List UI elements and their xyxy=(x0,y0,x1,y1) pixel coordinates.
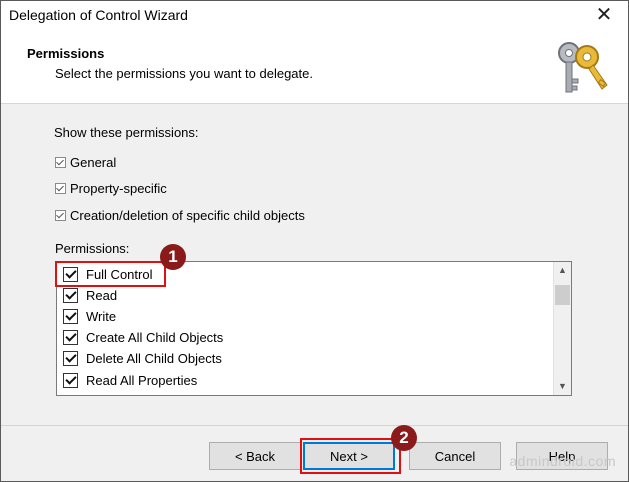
list-item-read[interactable]: Read xyxy=(63,285,117,305)
wizard-window: Delegation of Control Wizard ✕ Permissio… xyxy=(0,0,629,482)
list-item-create-child[interactable]: Create All Child Objects xyxy=(63,327,223,347)
general-label: General xyxy=(70,154,117,170)
full-control-highlight xyxy=(55,261,166,287)
step-2-badge: 2 xyxy=(391,425,417,451)
scroll-up-icon[interactable]: ▲ xyxy=(554,262,571,279)
checkbox-checked-icon xyxy=(55,182,66,194)
footer-divider xyxy=(1,425,628,426)
list-item-write[interactable]: Write xyxy=(63,306,116,326)
checkbox-checked-icon xyxy=(55,156,66,168)
page-title: Permissions xyxy=(27,46,105,61)
keys-icon xyxy=(558,42,608,93)
checkbox-checked-icon[interactable] xyxy=(63,350,78,366)
close-icon[interactable]: ✕ xyxy=(594,3,614,27)
scroll-thumb[interactable] xyxy=(555,285,570,305)
checkbox-checked-icon xyxy=(55,209,66,221)
back-button[interactable]: < Back xyxy=(209,442,301,470)
list-item-label: Read xyxy=(86,287,118,303)
next-highlight xyxy=(300,438,401,474)
watermark: admindroid.com xyxy=(509,453,616,469)
checkbox-checked-icon[interactable] xyxy=(63,372,78,388)
cancel-button[interactable]: Cancel xyxy=(409,442,501,470)
checkbox-checked-icon[interactable] xyxy=(63,329,78,345)
checkbox-checked-icon[interactable] xyxy=(63,308,78,324)
list-item-read-all-properties[interactable]: Read All Properties xyxy=(63,370,197,390)
child-objects-checkbox[interactable]: Creation/deletion of specific child obje… xyxy=(55,207,305,223)
wizard-header: Permissions Select the permissions you w… xyxy=(1,31,628,104)
list-item-delete-child[interactable]: Delete All Child Objects xyxy=(63,348,222,368)
title-bar: Delegation of Control Wizard ✕ xyxy=(1,1,628,31)
checkbox-checked-icon[interactable] xyxy=(63,287,78,303)
list-item-label: Delete All Child Objects xyxy=(86,350,222,366)
step-1-badge: 1 xyxy=(160,244,186,270)
list-scrollbar[interactable]: ▲ ▼ xyxy=(553,262,571,395)
list-item-label: Read All Properties xyxy=(86,372,198,388)
permissions-label: Permissions: xyxy=(55,241,130,256)
general-checkbox[interactable]: General xyxy=(55,154,116,170)
list-item-label: Create All Child Objects xyxy=(86,329,224,345)
page-subtitle: Select the permissions you want to deleg… xyxy=(55,66,313,81)
window-title: Delegation of Control Wizard xyxy=(9,7,188,23)
child-objects-label: Creation/deletion of specific child obje… xyxy=(70,207,305,223)
show-permissions-label: Show these permissions: xyxy=(54,125,199,140)
list-item-label: Write xyxy=(86,308,117,324)
property-specific-checkbox[interactable]: Property-specific xyxy=(55,180,167,196)
property-specific-label: Property-specific xyxy=(70,180,167,196)
scroll-down-icon[interactable]: ▼ xyxy=(554,378,571,395)
